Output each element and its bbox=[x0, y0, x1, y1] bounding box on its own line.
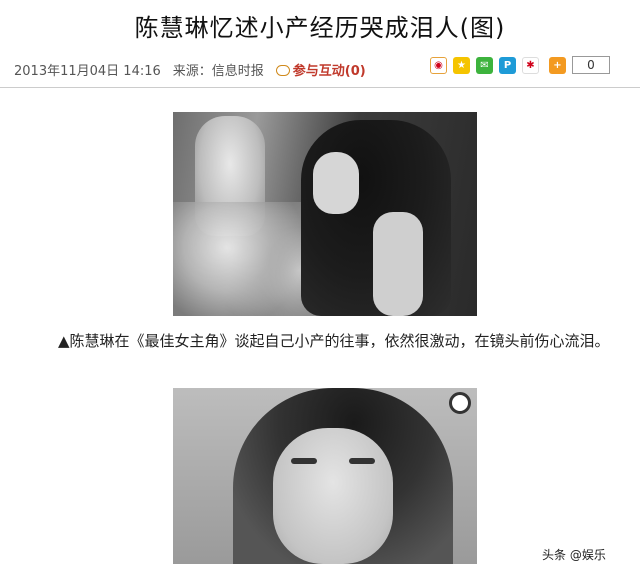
face-shape bbox=[273, 428, 393, 564]
article-photo-1 bbox=[173, 112, 477, 316]
article-photo-2 bbox=[173, 388, 477, 564]
share-count: 0 bbox=[572, 56, 610, 74]
watermark: 头条 @娱乐 bbox=[536, 542, 636, 564]
weibo-icon[interactable]: ◉ bbox=[430, 56, 447, 74]
photo-caption: ▲陈慧琳在《最佳女主角》谈起自己小产的往事，依然很激动，在镜头前伤心流泪。 bbox=[58, 332, 610, 350]
source-name[interactable]: 信息时报 bbox=[212, 60, 264, 79]
arm-shape bbox=[373, 212, 423, 316]
share-bar: ◉ ★ ✉ P ✱ + 0 bbox=[424, 56, 610, 74]
tv-logo-icon bbox=[449, 392, 471, 414]
publish-date: 2013年11月04日 14:16 bbox=[14, 64, 161, 79]
qq-icon[interactable]: ✉ bbox=[476, 56, 493, 74]
source-label: 来源： bbox=[172, 64, 212, 79]
article-title: 陈慧琳忆述小产经历哭成泪人(图) bbox=[134, 14, 506, 42]
comment-icon bbox=[275, 65, 290, 76]
qzone-icon[interactable]: ★ bbox=[453, 56, 470, 74]
divider bbox=[0, 87, 640, 88]
interact-link[interactable]: 参与互动(0) bbox=[293, 60, 366, 79]
eye-shape bbox=[349, 458, 375, 464]
renren-icon[interactable]: ✱ bbox=[522, 56, 539, 74]
face-shape bbox=[313, 152, 359, 214]
pengyou-icon[interactable]: P bbox=[499, 56, 516, 74]
eye-shape bbox=[291, 458, 317, 464]
more-plus-icon[interactable]: + bbox=[549, 56, 566, 74]
article-meta: 2013年11月04日 14:16 来源： 信息时报 参与互动(0) bbox=[14, 60, 366, 79]
